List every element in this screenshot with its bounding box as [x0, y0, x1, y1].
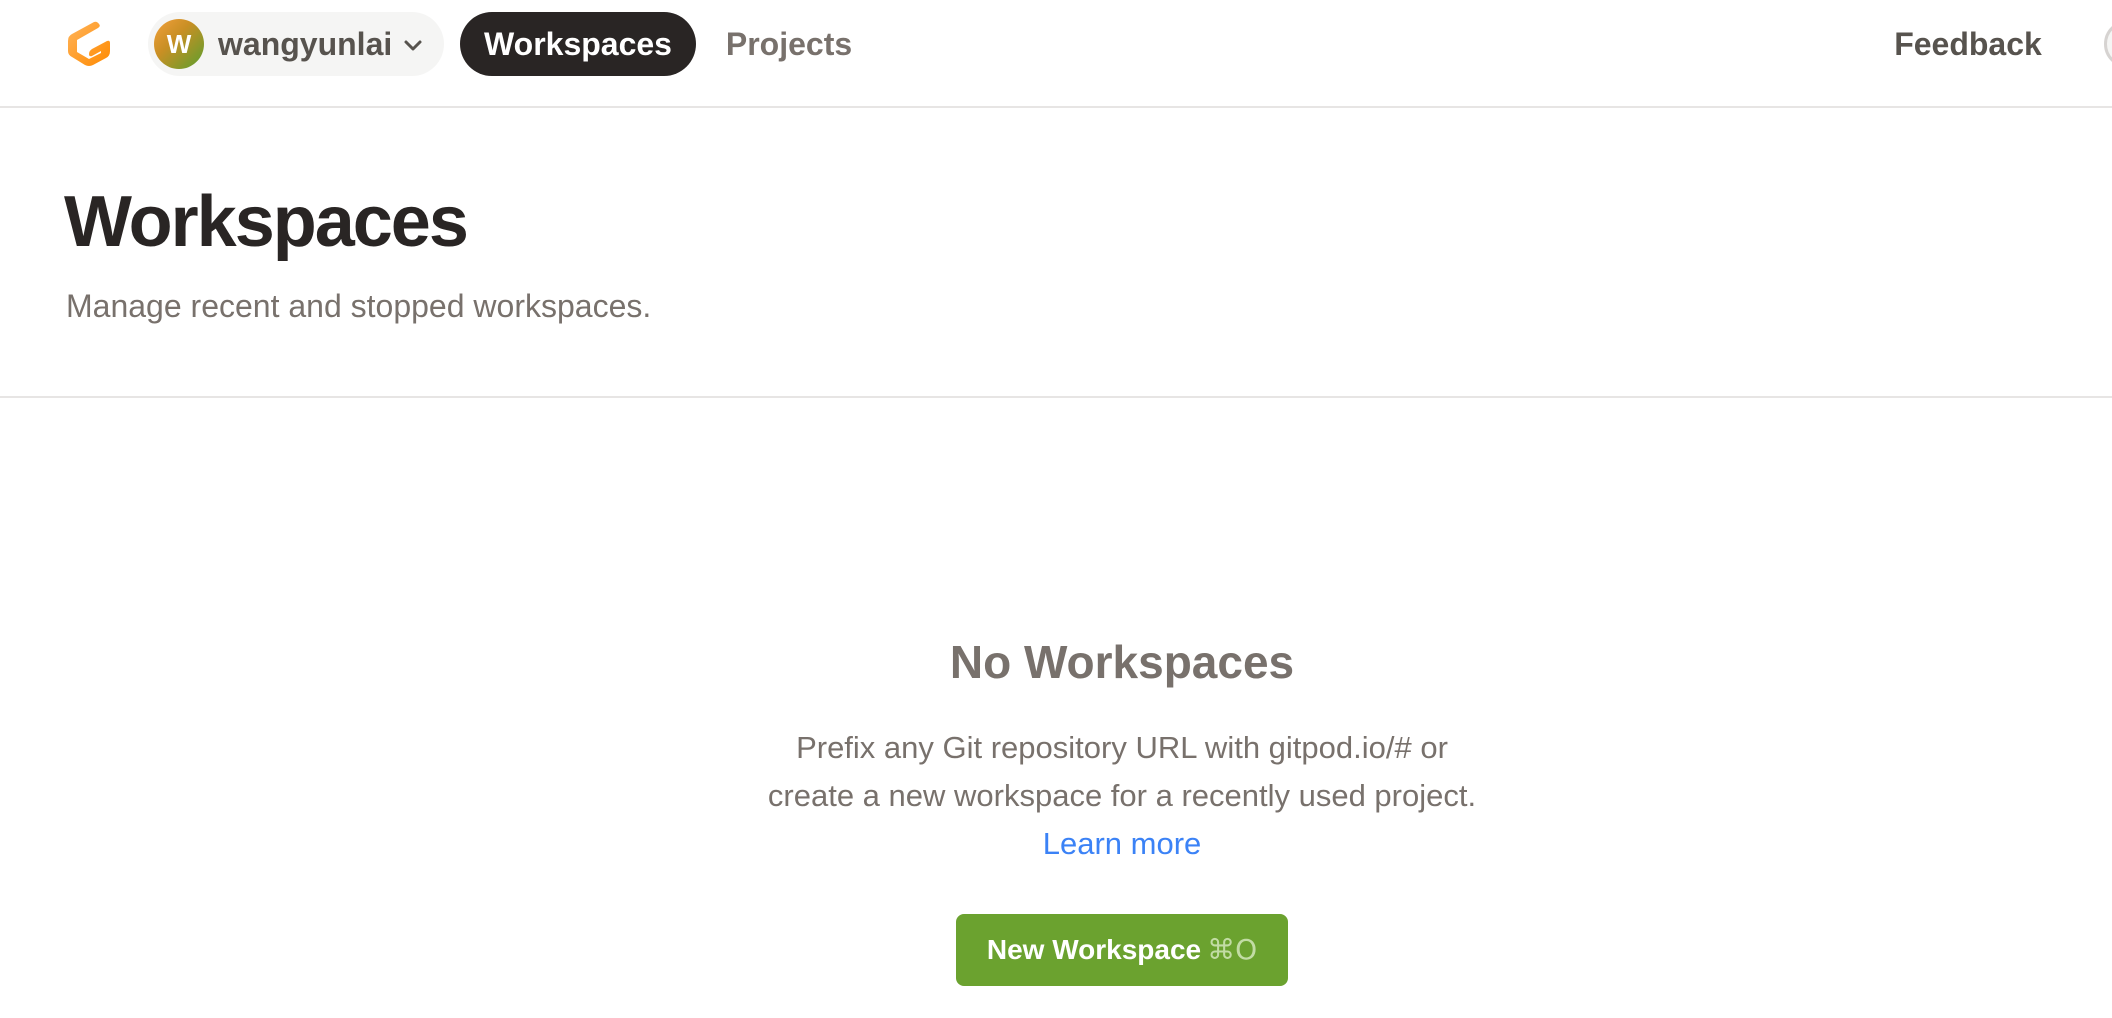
tab-workspaces[interactable]: Workspaces	[460, 12, 696, 76]
page-header: Workspaces Manage recent and stopped wor…	[0, 108, 2112, 398]
feedback-link[interactable]: Feedback	[1876, 12, 2060, 76]
tab-projects[interactable]: Projects	[712, 12, 866, 76]
empty-state-description: Prefix any Git repository URL with gitpo…	[0, 724, 2112, 868]
user-avatar[interactable]	[2104, 20, 2112, 68]
org-switcher[interactable]: W wangyunlai	[148, 12, 444, 76]
chevron-down-icon	[402, 34, 424, 56]
learn-more-link[interactable]: Learn more	[1043, 826, 1202, 861]
top-navigation-bar: W wangyunlai Workspaces Projects Feedbac…	[0, 0, 2112, 108]
new-workspace-button-label: New Workspace	[986, 934, 1202, 965]
page-title: Workspaces	[64, 182, 469, 262]
empty-state-line-1: Prefix any Git repository URL with gitpo…	[796, 730, 1448, 765]
new-workspace-button[interactable]: New Workspace ⌘O	[956, 914, 1288, 986]
empty-state-title: No Workspaces	[949, 636, 1295, 688]
page-subtitle: Manage recent and stopped workspaces.	[66, 288, 652, 324]
empty-state: No Workspaces Prefix any Git repository …	[0, 398, 2112, 1018]
org-avatar: W	[154, 19, 204, 69]
gitpod-logo-icon[interactable]	[64, 18, 114, 70]
empty-state-line-2: create a new workspace for a recently us…	[767, 778, 1477, 813]
org-name: wangyunlai	[218, 26, 393, 62]
keyboard-shortcut: ⌘O	[1207, 933, 1258, 966]
